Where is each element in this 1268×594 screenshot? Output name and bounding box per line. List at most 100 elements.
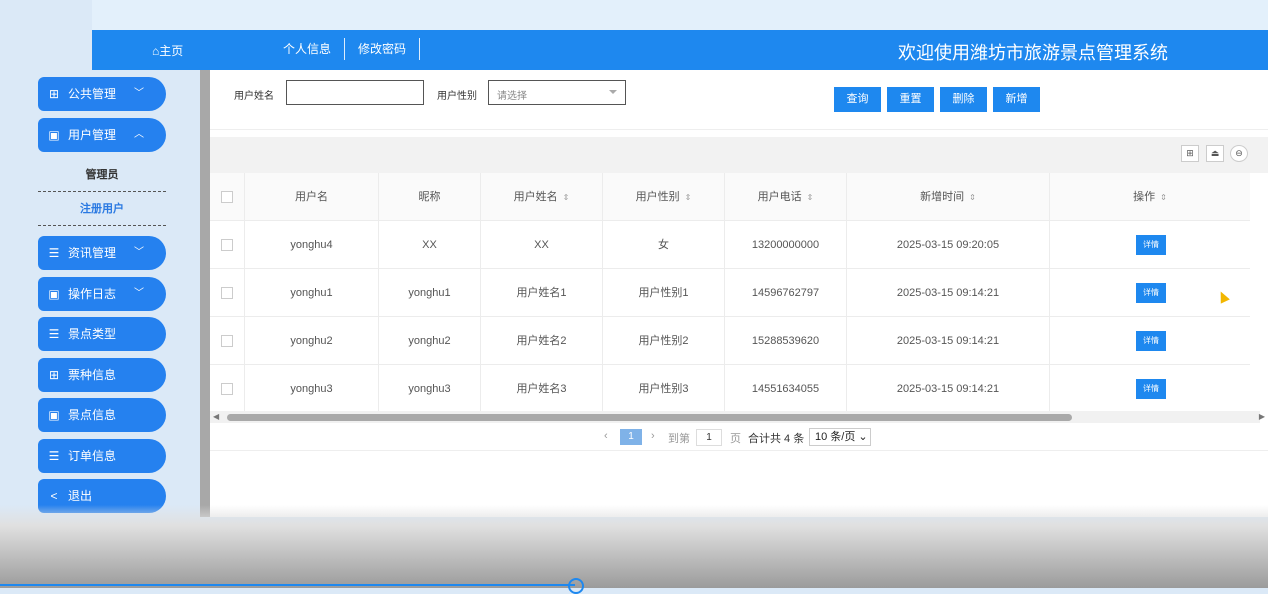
cell-nickname: yonghu2 xyxy=(379,317,481,365)
cell-phone: 14596762797 xyxy=(725,269,847,317)
cell-username: yonghu3 xyxy=(245,365,379,413)
prev-page-icon[interactable]: ‹ xyxy=(604,430,608,442)
detail-button[interactable]: 详情 xyxy=(1136,283,1166,304)
print-icon[interactable]: ⊖ xyxy=(1230,145,1248,162)
current-page[interactable]: 1 xyxy=(620,429,642,445)
header-gender[interactable]: 用户性别 ⇕ xyxy=(603,173,725,221)
chevron-down-icon: ﹀ xyxy=(134,88,144,99)
delete-button[interactable]: 删除 xyxy=(940,87,987,112)
add-button[interactable]: 新增 xyxy=(993,87,1040,112)
sidebar-item-news[interactable]: ☰ 资讯管理 ﹀ xyxy=(38,236,166,270)
row-checkbox[interactable] xyxy=(221,335,233,348)
name-input[interactable] xyxy=(286,80,424,105)
detail-button[interactable]: 详情 xyxy=(1136,379,1166,400)
row-checkbox[interactable] xyxy=(221,239,233,252)
bottom-overlay xyxy=(0,505,1268,588)
chevron-up-icon: ︿ xyxy=(134,128,144,140)
list-icon: ☰ xyxy=(48,246,60,260)
top-header: ⌂主页 个人信息 修改密码 欢迎使用潍坊市旅游景点管理系统 xyxy=(92,30,1268,70)
video-progress-handle[interactable] xyxy=(568,578,584,594)
table-row: yonghu2 yonghu2 用户姓名2 用户性别2 15288539620 … xyxy=(210,317,1250,365)
table-toolbar: ⊞ ⏏ ⊖ xyxy=(210,137,1268,173)
cell-realname: 用户姓名2 xyxy=(481,317,603,365)
sidebar: ⊞ 公共管理 ﹀ ▣ 用户管理 ︿ 管理员 注册用户 ☰ 资讯管理 ﹀ ▣ 操作… xyxy=(38,77,166,520)
table-row: yonghu1 yonghu1 用户姓名1 用户性别1 14596762797 … xyxy=(210,269,1250,317)
cell-gender: 用户性别1 xyxy=(603,269,725,317)
gender-select-placeholder: 请选择 xyxy=(497,91,527,102)
cell-actions: 详情 xyxy=(1050,365,1250,413)
cell-nickname: XX xyxy=(379,221,481,269)
cell-phone: 13200000000 xyxy=(725,221,847,269)
sidebar-item-label: 景点信息 xyxy=(68,408,117,422)
list-icon: ☰ xyxy=(48,327,60,341)
users-submenu: 管理员 注册用户 xyxy=(38,158,166,226)
cell-realname: 用户姓名1 xyxy=(481,269,603,317)
sort-icon[interactable]: ⇕ xyxy=(685,193,692,202)
panel-divider xyxy=(200,70,210,517)
sidebar-item-spot-types[interactable]: ☰ 景点类型 xyxy=(38,317,166,351)
detail-button[interactable]: 详情 xyxy=(1136,235,1166,256)
sidebar-item-label: 公共管理 xyxy=(68,87,117,101)
cell-realname: XX xyxy=(481,221,603,269)
sidebar-item-users[interactable]: ▣ 用户管理 ︿ xyxy=(38,117,166,152)
header-nickname[interactable]: 昵称 xyxy=(379,173,481,221)
next-page-icon[interactable]: › xyxy=(651,430,655,442)
sidebar-item-label: 用户管理 xyxy=(68,127,117,142)
header-created[interactable]: 新增时间 ⇕ xyxy=(847,173,1050,221)
sidebar-item-logs[interactable]: ▣ 操作日志 ﹀ xyxy=(38,276,166,311)
page-size-select[interactable]: 10 条/页 ⌄ xyxy=(809,428,871,446)
submenu-registered-users[interactable]: 注册用户 xyxy=(38,192,166,226)
chevron-down-icon xyxy=(609,90,617,94)
row-select-cell xyxy=(210,221,245,269)
sort-icon[interactable]: ⇕ xyxy=(1160,193,1167,202)
row-select-cell xyxy=(210,317,245,365)
chevron-down-icon: ﹀ xyxy=(134,287,144,299)
pagination: ‹ 1 › 到第 1 页 合计共 4 条 10 条/页 ⌄ xyxy=(210,425,1268,451)
header-username[interactable]: 用户名 xyxy=(245,173,379,221)
scroll-left-icon[interactable]: ◀ xyxy=(213,412,219,421)
home-link[interactable]: ⌂主页 xyxy=(152,42,183,59)
cell-gender: 用户性别3 xyxy=(603,365,725,413)
submenu-admin[interactable]: 管理员 xyxy=(38,158,166,192)
sort-icon[interactable]: ⇕ xyxy=(807,193,814,202)
sidebar-item-tickets[interactable]: ⊞ 票种信息 xyxy=(38,357,166,392)
cell-username: yonghu4 xyxy=(245,221,379,269)
horizontal-scrollbar[interactable]: ◀ ▶ xyxy=(210,411,1265,423)
row-checkbox[interactable] xyxy=(221,287,233,300)
sidebar-item-orders[interactable]: ☰ 订单信息 xyxy=(38,438,166,473)
book-icon: ▣ xyxy=(48,127,60,142)
profile-link[interactable]: 个人信息 xyxy=(270,38,346,60)
select-all-checkbox[interactable] xyxy=(221,191,233,204)
book-icon: ▣ xyxy=(48,286,60,301)
row-checkbox[interactable] xyxy=(221,383,233,396)
goto-page-input[interactable]: 1 xyxy=(696,429,722,446)
cell-username: yonghu2 xyxy=(245,317,379,365)
cell-nickname: yonghu3 xyxy=(379,365,481,413)
header-phone[interactable]: 用户电话 ⇕ xyxy=(725,173,847,221)
chevron-down-icon: ﹀ xyxy=(134,247,144,258)
sort-icon[interactable]: ⇕ xyxy=(969,193,976,202)
sort-icon[interactable]: ⇕ xyxy=(563,193,570,202)
sidebar-item-spots[interactable]: ▣ 景点信息 xyxy=(38,398,166,432)
cell-created: 2025-03-15 09:20:05 xyxy=(847,221,1050,269)
table-row: yonghu3 yonghu3 用户姓名3 用户性别3 14551634055 … xyxy=(210,365,1250,413)
video-progress-bar[interactable] xyxy=(0,584,575,586)
header-realname[interactable]: 用户姓名 ⇕ xyxy=(481,173,603,221)
gender-label: 用户性别 xyxy=(437,91,477,102)
columns-icon[interactable]: ⊞ xyxy=(1181,145,1199,162)
scroll-right-icon[interactable]: ▶ xyxy=(1259,412,1265,421)
export-icon[interactable]: ⏏ xyxy=(1206,145,1224,162)
scrollbar-thumb[interactable] xyxy=(227,414,1072,421)
cell-username: yonghu1 xyxy=(245,269,379,317)
change-password-link[interactable]: 修改密码 xyxy=(345,38,421,60)
search-button[interactable]: 查询 xyxy=(834,87,881,112)
gender-select[interactable]: 请选择 xyxy=(488,80,626,105)
page-title: 欢迎使用潍坊市旅游景点管理系统 xyxy=(898,43,1168,63)
sidebar-item-public[interactable]: ⊞ 公共管理 ﹀ xyxy=(38,77,166,111)
page-unit-label: 页 xyxy=(730,433,741,445)
reset-button[interactable]: 重置 xyxy=(887,87,934,112)
header-nav: 个人信息 修改密码 xyxy=(270,38,421,60)
detail-button[interactable]: 详情 xyxy=(1136,331,1166,352)
header-actions[interactable]: 操作 ⇕ xyxy=(1050,173,1250,221)
cell-created: 2025-03-15 09:14:21 xyxy=(847,317,1050,365)
